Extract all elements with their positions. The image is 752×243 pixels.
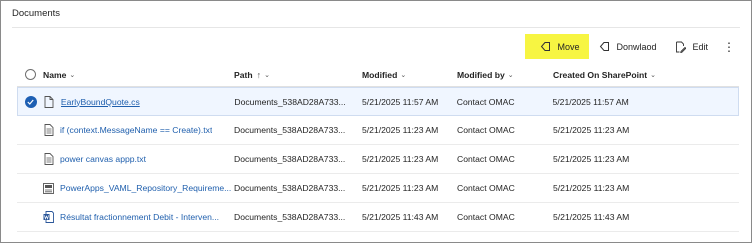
edit-label: Edit — [692, 41, 708, 52]
chevron-down-icon: ⌄ — [650, 71, 656, 79]
column-header-modified-by[interactable]: Modified by ⌄ — [457, 70, 553, 80]
name-cell: EarlyBoundQuote.cs — [44, 95, 234, 108]
modified-cell: 5/21/2025 11:23 AM — [362, 154, 439, 164]
chevron-down-icon: ⌄ — [69, 71, 76, 79]
path-cell: Documents_538AD28A733... — [234, 125, 346, 135]
download-button[interactable]: Donwlaod — [589, 34, 665, 59]
row-select-checkbox[interactable] — [18, 95, 44, 108]
created-cell: 5/21/2025 11:23 AM — [553, 125, 630, 135]
word-document-icon — [43, 211, 54, 223]
created-cell: 5/21/2025 11:57 AM — [552, 96, 629, 107]
path-cell: Documents_538AD28A733... — [234, 154, 346, 164]
modified-cell: 5/21/2025 11:23 AM — [362, 125, 439, 135]
column-header-created-on-sharepoint[interactable]: Created On SharePoint ⌄ — [553, 70, 739, 80]
name-cell: power canvas appp.txt — [43, 153, 234, 165]
move-icon — [539, 41, 551, 53]
modified-by-cell: Contact OMAC — [457, 212, 515, 222]
chevron-down-icon: ⌄ — [264, 71, 270, 79]
path-cell: Documents_538AD28A733... — [234, 96, 346, 107]
path-cell: Documents_538AD28A733... — [234, 183, 346, 193]
path-cell: Documents_538AD28A733... — [234, 212, 346, 222]
file-name-link[interactable]: PowerApps_VAML_Repository_Requireme... — [60, 183, 231, 193]
modified-by-cell: Contact OMAC — [457, 183, 515, 193]
move-label: Move — [557, 41, 580, 52]
chevron-down-icon: ⌄ — [400, 71, 407, 79]
table-row[interactable]: power canvas appp.txt Documents_538AD28A… — [17, 145, 739, 174]
command-bar: Move Donwlaod Edit ⋮ — [525, 34, 740, 59]
file-icon — [44, 95, 55, 108]
text-file-icon — [43, 124, 54, 136]
modified-by-cell: Contact OMAC — [456, 96, 515, 107]
title-divider — [12, 27, 740, 28]
sort-ascending-icon: ↑ — [256, 69, 262, 80]
column-header-modified[interactable]: Modified ⌄ — [362, 70, 457, 80]
column-header-path[interactable]: Path ↑ ⌄ — [234, 70, 362, 80]
file-name-link[interactable]: EarlyBoundQuote.cs — [61, 97, 140, 107]
column-header-name[interactable]: Name ⌄ — [43, 70, 234, 80]
panel-title: Documents — [12, 8, 61, 19]
created-cell: 5/21/2025 11:23 AM — [553, 183, 630, 193]
table-row[interactable]: Résultat fractionnement Debit - Interven… — [17, 203, 739, 232]
edit-button[interactable]: Edit — [665, 34, 717, 59]
edit-icon — [674, 41, 686, 53]
created-cell: 5/21/2025 11:23 AM — [553, 154, 630, 164]
download-label: Donwlaod — [616, 41, 657, 52]
table-row[interactable]: if (context.MessageName == Create).txt D… — [17, 116, 739, 145]
created-cell: 5/21/2025 11:43 AM — [553, 212, 630, 222]
modified-cell: 5/21/2025 11:57 AM — [362, 96, 439, 107]
modified-cell: 5/21/2025 11:23 AM — [362, 183, 439, 193]
table-row[interactable]: EarlyBoundQuote.cs Documents_538AD28A733… — [17, 87, 739, 116]
file-name-link[interactable]: if (context.MessageName == Create).txt — [60, 125, 212, 135]
file-name-link[interactable]: power canvas appp.txt — [60, 154, 146, 164]
modified-cell: 5/21/2025 11:43 AM — [362, 212, 439, 222]
name-cell: Résultat fractionnement Debit - Interven… — [43, 211, 234, 223]
table-row[interactable]: PowerApps_VAML_Repository_Requireme... D… — [17, 174, 739, 203]
generic-document-icon — [43, 182, 54, 194]
modified-by-cell: Contact OMAC — [457, 154, 515, 164]
name-cell: if (context.MessageName == Create).txt — [43, 124, 234, 136]
chevron-down-icon: ⌄ — [507, 71, 514, 79]
grid-header: Name ⌄ Path ↑ ⌄ Modified ⌄ Modified by ⌄ Crea… — [17, 63, 739, 87]
modified-by-cell: Contact OMAC — [457, 125, 515, 135]
file-name-link[interactable]: Résultat fractionnement Debit - Interven… — [60, 212, 219, 222]
more-options-button[interactable]: ⋮ — [717, 34, 740, 59]
move-button[interactable]: Move — [525, 34, 590, 59]
name-cell: PowerApps_VAML_Repository_Requireme... — [43, 182, 234, 194]
text-file-icon — [43, 153, 54, 165]
select-all-radio[interactable] — [17, 69, 43, 80]
download-icon — [598, 41, 610, 53]
documents-grid: Name ⌄ Path ↑ ⌄ Modified ⌄ Modified by ⌄ Crea… — [17, 63, 739, 232]
checkmark-icon — [24, 95, 37, 108]
